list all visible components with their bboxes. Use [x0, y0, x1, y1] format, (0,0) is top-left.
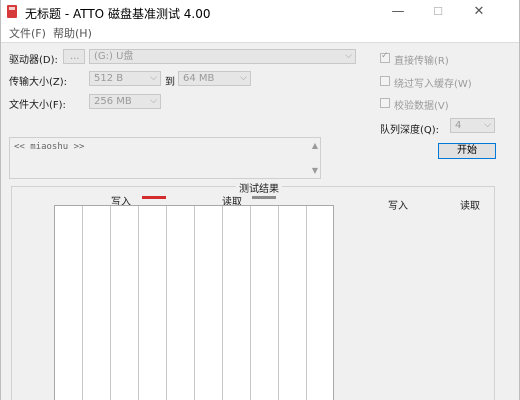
- maximize-button[interactable]: ☐: [421, 2, 455, 22]
- grid-line: [166, 206, 167, 400]
- results-title: 测试结果: [236, 180, 282, 195]
- menu-bar: 文件(F) 帮助(H): [1, 24, 519, 42]
- description-textbox[interactable]: << miaoshu >> ▲ ▼: [9, 137, 321, 179]
- grid-line: [278, 206, 279, 400]
- window-title: 无标题 - ATTO 磁盘基准测试 4.00: [25, 7, 211, 21]
- file-size-label: 文件大小(F):: [9, 100, 66, 111]
- close-button[interactable]: ✕: [462, 2, 496, 22]
- transfer-size-to-value: 64 MB: [183, 73, 215, 84]
- verify-data-checkbox[interactable]: [380, 98, 390, 108]
- chevron-down-icon: ⌵: [240, 73, 247, 83]
- file-size-value: 256 MB: [94, 96, 132, 107]
- chevron-down-icon: ⌵: [345, 51, 352, 61]
- direct-io-label: 直接传输(R): [394, 56, 449, 67]
- minimize-button[interactable]: —: [381, 2, 415, 22]
- grid-line: [110, 206, 111, 400]
- chevron-down-icon: ⌵: [484, 120, 491, 130]
- menu-separator: [1, 42, 519, 43]
- description-text: << miaoshu >>: [14, 142, 85, 152]
- transfer-size-to-select[interactable]: 64 MB ⌵: [178, 71, 251, 86]
- legend-read-swatch: [252, 196, 276, 199]
- queue-depth-select[interactable]: 4 ⌵: [450, 118, 495, 133]
- app-icon: [7, 5, 17, 18]
- queue-depth-label: 队列深度(Q):: [380, 125, 440, 136]
- grid-line: [222, 206, 223, 400]
- title-bar[interactable]: 无标题 - ATTO 磁盘基准测试 4.00 — ☐ ✕: [1, 0, 519, 24]
- chevron-down-icon: ⌵: [150, 96, 157, 106]
- transfer-size-label: 传输大小(Z):: [9, 77, 68, 88]
- menu-help[interactable]: 帮助(H): [53, 25, 92, 41]
- transfer-size-to-label: 到: [165, 77, 175, 88]
- bypass-write-cache-checkbox[interactable]: [380, 76, 390, 86]
- transfer-size-from-value: 512 B: [94, 73, 124, 84]
- drive-browse-button[interactable]: ...: [63, 49, 85, 64]
- direct-io-checkbox[interactable]: [380, 51, 390, 63]
- file-size-select[interactable]: 256 MB ⌵: [89, 94, 161, 109]
- scroll-up-icon[interactable]: ▲: [312, 141, 318, 150]
- start-button[interactable]: 开始: [438, 143, 496, 159]
- menu-file[interactable]: 文件(F): [9, 25, 46, 41]
- queue-depth-value: 4: [455, 120, 462, 131]
- transfer-size-from-select[interactable]: 512 B ⌵: [89, 71, 161, 86]
- grid-line: [306, 206, 307, 400]
- drive-label: 驱动器(D):: [9, 55, 58, 66]
- scroll-down-icon[interactable]: ▼: [312, 166, 318, 175]
- verify-data-label: 校验数据(V): [394, 101, 449, 112]
- chevron-down-icon: ⌵: [150, 73, 157, 83]
- results-chart: [54, 205, 334, 400]
- results-column-write: 写入: [388, 201, 408, 212]
- bypass-write-cache-label: 绕过写入缓存(W): [394, 79, 472, 90]
- grid-line: [138, 206, 139, 400]
- results-column-read: 读取: [460, 201, 480, 212]
- drive-select[interactable]: (G:) U盘 ⌵: [89, 49, 356, 64]
- drive-select-value: (G:) U盘: [94, 51, 134, 62]
- legend-write-swatch: [142, 196, 166, 199]
- grid-line: [194, 206, 195, 400]
- atto-window: 无标题 - ATTO 磁盘基准测试 4.00 — ☐ ✕ 文件(F) 帮助(H)…: [0, 0, 520, 400]
- grid-line: [250, 206, 251, 400]
- grid-line: [82, 206, 83, 400]
